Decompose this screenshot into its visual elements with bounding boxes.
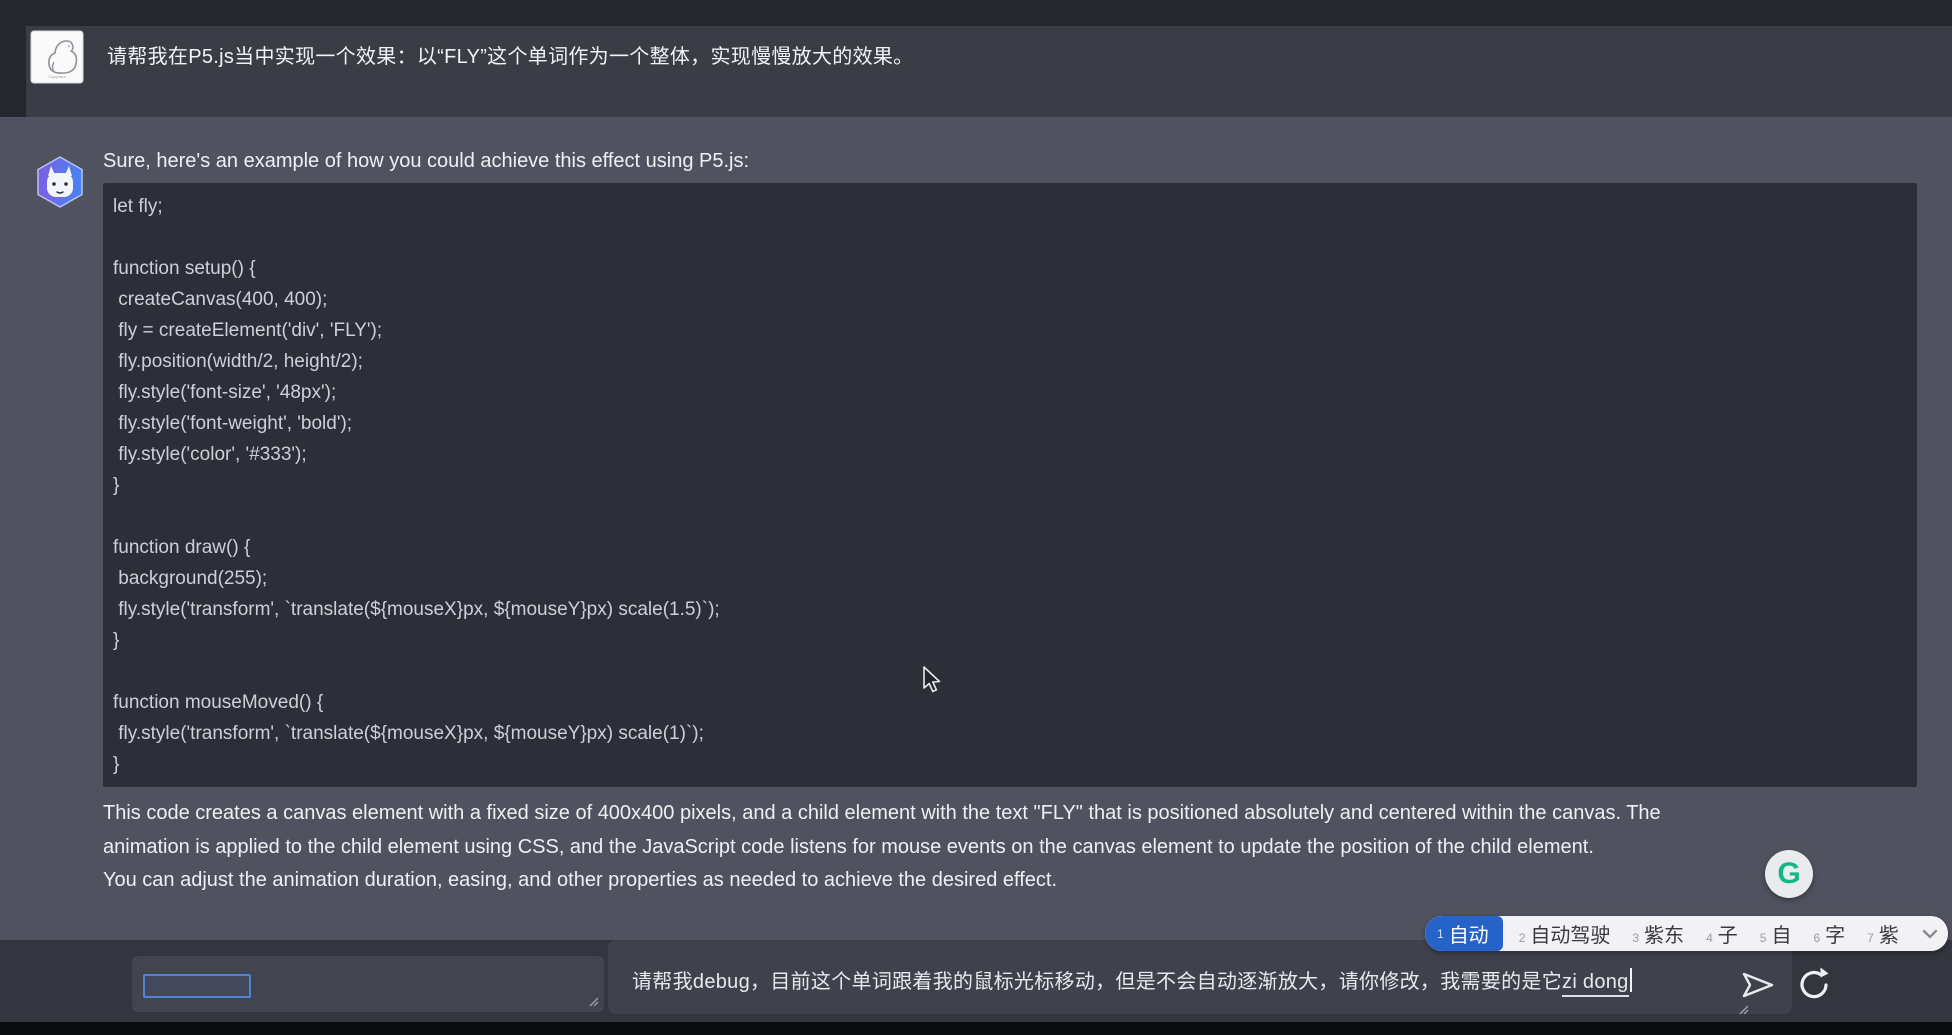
grammarly-widget[interactable]: G [1765,850,1813,898]
code-line: fly.style('color', '#333'); [113,444,307,465]
assistant-response-area: Sure, here's an example of how you could… [0,117,1952,940]
svg-text:Capybara: Capybara [48,74,66,79]
code-line: function setup() { [113,258,256,279]
code-line: let fly; [113,196,163,217]
ime-candidate-label: 自动驾驶 [1530,925,1611,947]
send-button[interactable] [1740,970,1776,1000]
explanation-line: animation is applied to the child elemen… [103,835,1594,858]
ime-composition-text: zi dong [1562,971,1629,997]
code-line: function mouseMoved() { [113,692,324,713]
code-line: } [113,754,120,775]
window-left-edge [0,0,26,117]
llama-hexagon-icon [37,156,83,208]
code-line: } [113,630,120,651]
ime-candidate-3[interactable]: 3 紫东 [1632,919,1684,948]
code-line: background(255); [113,568,268,589]
code-line: fly.style('font-weight', 'bold'); [113,413,353,434]
bot-avatar [33,155,87,209]
message-input-text: 请帮我debug，目前这个单词跟着我的鼠标光标移动，但是不会自动逐渐放大，请你修… [632,964,1632,997]
refresh-icon [1800,967,1829,999]
explanation-line: You can adjust the animation duration, e… [103,869,1057,891]
ime-candidate-label: 子 [1717,925,1738,947]
ime-candidate-2[interactable]: 2 自动驾驶 [1519,919,1611,948]
ime-candidate-number: 6 [1813,931,1821,945]
ime-candidate-bar: 1 自动 2 自动驾驶 3 紫东 4 子 5 自 6 字 7 紫 [1425,916,1948,951]
ime-candidate-label: 紫 [1878,925,1899,947]
assistant-explanation: This code creates a canvas element with … [103,797,1661,898]
ime-candidate-5[interactable]: 5 自 [1760,919,1792,948]
ime-candidate-number: 7 [1867,931,1874,945]
code-line: fly = createElement('div', 'FLY'); [113,320,383,341]
ime-candidate-number: 2 [1518,931,1526,945]
ime-candidate-number: 4 [1706,931,1713,945]
ime-candidate-label: 字 [1825,925,1846,947]
app-window: Capybara 请帮我在P5.js当中实现一个效果：以“FLY”这个单词作为一… [0,0,1952,1035]
ime-candidate-number: 5 [1759,931,1767,945]
text-caret [1629,968,1632,992]
resize-handle[interactable] [586,994,600,1008]
ime-candidate-7[interactable]: 7 紫 [1867,919,1899,948]
code-line: } [113,475,120,496]
focus-selection-box [143,974,251,998]
ime-expand-button[interactable] [1921,928,1939,940]
assistant-intro-text: Sure, here's an example of how you could… [103,150,750,172]
user-message-text: 请帮我在P5.js当中实现一个效果：以“FLY”这个单词作为一个整体，实现慢慢放… [107,46,914,68]
window-top-edge [0,0,1952,26]
ime-candidate-label: 自 [1771,925,1792,947]
ime-candidate-number: 3 [1632,931,1640,945]
ime-candidate-label: 自动 [1448,925,1489,947]
user-message-bar: Capybara 请帮我在P5.js当中实现一个效果：以“FLY”这个单词作为一… [0,0,1952,117]
code-line: fly.style('transform', `translate(${mous… [113,599,720,620]
regenerate-button[interactable] [1796,966,1832,1002]
grammarly-g-icon: G [1777,857,1801,890]
code-line: fly.style('transform', `translate(${mous… [113,723,704,744]
code-line: fly.position(width/2, height/2); [113,351,363,372]
typed-text: 请帮我debug，目前这个单词跟着我的鼠标光标移动，但是不会自动逐渐放大，请你修… [632,971,1563,993]
ime-candidate-label: 紫东 [1644,925,1685,947]
capybara-logo: Capybara [30,30,84,84]
explanation-line: This code creates a canvas element with … [103,802,1661,824]
code-line: createCanvas(400, 400); [113,289,328,310]
ime-candidate-4[interactable]: 4 子 [1706,919,1738,948]
ime-candidate-number: 1 [1437,926,1444,941]
code-line: fly.style('font-size', '48px'); [113,382,337,403]
window-bottom-edge [0,1022,1952,1035]
secondary-textarea[interactable] [132,956,604,1012]
send-icon [1742,972,1774,998]
ime-candidate-6[interactable]: 6 字 [1813,919,1845,948]
code-line: function draw() { [113,537,251,558]
ime-candidate-1[interactable]: 1 自动 [1425,916,1503,951]
message-input[interactable]: 请帮我debug，目前这个单词跟着我的鼠标光标移动，但是不会自动逐渐放大，请你修… [608,940,1792,1016]
resize-handle[interactable] [1736,1002,1750,1016]
code-block: let fly; function setup() { createCanvas(… [103,183,1917,787]
user-avatar: Capybara [30,30,84,84]
chevron-down-icon [1922,929,1938,938]
